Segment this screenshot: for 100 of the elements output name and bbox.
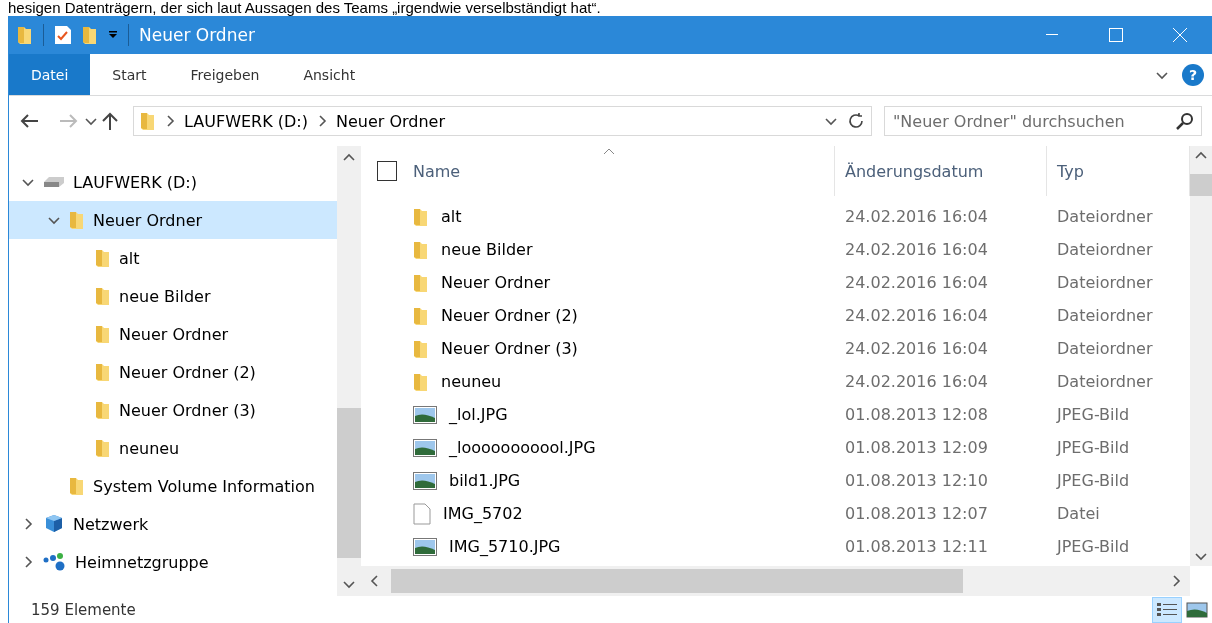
date-cell-text: 01.08.2013 12:10 — [844, 471, 989, 490]
folder-icon — [69, 210, 85, 230]
date-cell-text: 24.02.2016 16:04 — [844, 339, 989, 358]
nav-item[interactable]: alt — [9, 239, 337, 277]
ribbon-tab[interactable]: Ansicht — [281, 54, 378, 95]
file-menu-tab[interactable]: Datei — [9, 54, 91, 95]
expander-icon[interactable] — [22, 176, 34, 188]
type-cell-text: JPEG-Bild — [1055, 405, 1131, 424]
scrollbar-thumb[interactable] — [337, 408, 361, 558]
address-bar[interactable]: LAUFWERK (D:) Neuer Ordner — [133, 106, 872, 136]
folder-icon — [413, 239, 429, 260]
type-cell-text: Datei — [1056, 504, 1101, 523]
horizontal-scrollbar[interactable] — [361, 566, 1190, 596]
folder-icon — [95, 400, 111, 420]
folder-icon — [413, 338, 429, 359]
image-file-icon — [413, 537, 437, 556]
date-cell-text: 01.08.2013 12:08 — [844, 405, 989, 424]
folder-icon — [140, 111, 156, 131]
folder-icon — [95, 438, 111, 458]
window-title: Neuer Ordner — [139, 25, 255, 45]
scroll-left-icon[interactable] — [369, 575, 381, 587]
column-header[interactable]: Name — [361, 146, 835, 196]
folder-icon — [17, 25, 33, 45]
date-cell-text: 24.02.2016 16:04 — [844, 240, 989, 259]
scroll-right-icon[interactable] — [1170, 574, 1182, 587]
type-cell-text: Dateiordner — [1056, 306, 1154, 325]
nav-item[interactable]: Neuer Ordner — [9, 315, 337, 353]
folder-icon — [95, 248, 111, 268]
nav-item[interactable]: Neuer Ordner — [9, 201, 337, 239]
details-view-icon — [1156, 600, 1178, 619]
file-name[interactable]: IMG_5702 — [443, 504, 523, 523]
expander-icon[interactable] — [22, 556, 34, 568]
close-icon — [1173, 28, 1187, 42]
type-cell-text: Dateiordner — [1056, 207, 1154, 226]
back-icon[interactable] — [19, 113, 39, 129]
nav-item[interactable]: Neuer Ordner (2) — [9, 353, 337, 391]
column-header[interactable]: Änderungsdatum — [835, 146, 1047, 196]
file-icon — [413, 502, 431, 525]
file-name[interactable]: neue Bilder — [441, 240, 533, 259]
date-cell-text: 24.02.2016 16:04 — [844, 372, 989, 391]
recent-locations-icon[interactable] — [85, 115, 97, 127]
nav-item[interactable]: Neuer Ordner (3) — [9, 391, 337, 429]
date-cell-text: 24.02.2016 16:04 — [844, 306, 989, 325]
sort-icon — [603, 148, 615, 155]
type-cell-text: Dateiordner — [1056, 240, 1154, 259]
folder-icon — [413, 206, 429, 227]
expander-icon[interactable] — [22, 518, 34, 530]
file-name[interactable]: _lol.JPG — [449, 405, 508, 424]
folder-icon — [69, 476, 85, 496]
folder-icon — [413, 371, 429, 392]
folder-icon — [413, 272, 429, 293]
drive-icon — [43, 176, 65, 188]
breadcrumb[interactable]: LAUFWERK (D:) — [184, 111, 308, 131]
address-dropdown-icon[interactable] — [825, 115, 837, 127]
date-cell-text: 01.08.2013 12:07 — [844, 504, 989, 523]
list-scrollbar[interactable] — [1190, 146, 1212, 566]
help-button[interactable]: ? — [1182, 63, 1204, 86]
breadcrumb-separator-icon[interactable] — [164, 115, 176, 127]
search-icon[interactable] — [1176, 112, 1194, 130]
up-icon[interactable] — [101, 111, 119, 131]
nav-item[interactable]: System Volume Information — [9, 467, 337, 505]
scrollbar-thumb[interactable] — [1190, 174, 1212, 196]
view-button[interactable] — [1152, 596, 1182, 623]
ribbon-tab[interactable]: Start — [90, 54, 169, 95]
expander-icon[interactable] — [48, 214, 60, 226]
homegroup-icon — [43, 552, 67, 572]
nav-scrollbar[interactable] — [337, 146, 361, 596]
folder-icon — [95, 362, 111, 382]
ribbon-tab[interactable]: Freigeben — [168, 54, 282, 95]
select-all-checkbox[interactable] — [377, 161, 397, 181]
folder-icon — [413, 305, 429, 326]
file-name[interactable]: IMG_5710.JPG — [449, 537, 561, 556]
file-name[interactable]: bild1.JPG — [449, 471, 521, 490]
file-name[interactable]: Neuer Ordner (3) — [441, 339, 578, 358]
properties-icon[interactable] — [54, 25, 72, 45]
search-field[interactable]: "Neuer Ordner" durchsuchen — [884, 106, 1202, 136]
file-name[interactable]: alt — [441, 207, 462, 226]
scrollbar-thumb[interactable] — [391, 569, 963, 593]
nav-item[interactable]: LAUFWERK (D:) — [9, 163, 337, 201]
item-count: 159 Elemente — [31, 600, 136, 619]
nav-item[interactable]: neue Bilder — [9, 277, 337, 315]
file-name[interactable]: neuneu — [441, 372, 502, 391]
nav-item[interactable]: Heimnetzgruppe — [9, 543, 337, 581]
refresh-icon[interactable] — [847, 112, 865, 130]
scroll-down-icon[interactable] — [343, 578, 355, 590]
date-cell-text: 24.02.2016 16:04 — [844, 207, 989, 226]
minimize-icon — [1046, 34, 1058, 36]
type-cell-text: JPEG-Bild — [1055, 471, 1131, 490]
scroll-down-icon[interactable] — [1195, 550, 1207, 562]
type-cell-text: Dateiordner — [1056, 273, 1154, 292]
file-name[interactable]: Neuer Ordner — [441, 273, 551, 292]
file-name[interactable]: _looooooooool.JPG — [449, 438, 596, 457]
dropdown-icon[interactable] — [108, 31, 118, 39]
breadcrumb[interactable]: Neuer Ordner — [335, 111, 446, 131]
new-folder-icon — [82, 25, 98, 45]
date-cell-text: 24.02.2016 16:04 — [844, 273, 989, 292]
nav-item[interactable]: Netzwerk — [9, 505, 337, 543]
image-file-icon — [413, 471, 437, 490]
nav-item[interactable]: neuneu — [9, 429, 337, 467]
file-name[interactable]: Neuer Ordner (2) — [441, 306, 578, 325]
